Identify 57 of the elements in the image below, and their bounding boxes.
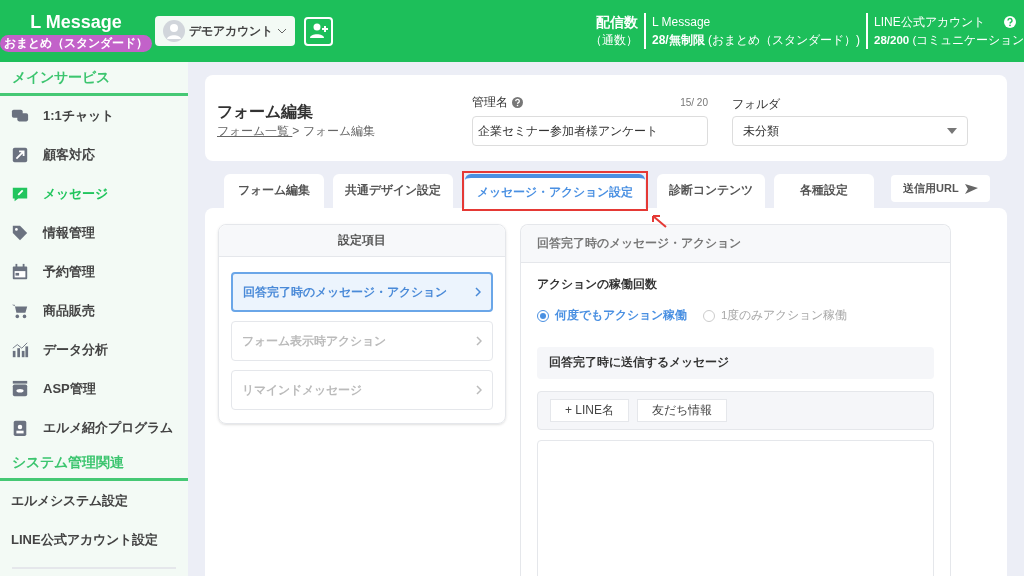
settings-card-title: 設定項目 [219,225,505,257]
sidebar-item[interactable]: エルメ紹介プログラム [0,408,188,447]
folder-label: フォルダ [732,96,781,109]
lmessage-label: L Message [652,14,712,31]
sidebar-item[interactable]: エルメシステム設定 [0,481,188,520]
chevron-right-icon [476,385,482,395]
account-dropdown[interactable]: デモアカウント [155,16,295,46]
character-counter: 15/ 20 [680,95,708,110]
sidebar-item[interactable]: 1:1チャット [0,96,188,135]
help-icon[interactable] [1004,16,1016,28]
breadcrumb-current: > フォーム編集 [292,123,375,140]
plan-badge: おまとめ（スタンダード） [0,34,152,52]
form-tab[interactable]: 診断コンテンツ [657,174,765,208]
folder-select[interactable]: 未分類 [732,116,968,146]
delivery-count-label: 配信数 [596,13,638,31]
add-user-icon [309,23,328,39]
pointer-arrow [650,213,668,229]
breadcrumb-link[interactable]: フォーム一覧 [217,122,293,140]
id-badge-icon [11,418,29,437]
calendar-icon [11,262,29,281]
form-tab[interactable]: 共通デザイン設定 [333,174,453,208]
page-title: フォーム編集 [217,102,314,122]
sidebar-item[interactable]: 顧客対応 [0,135,188,174]
insert-button[interactable]: + LINE名 [550,398,630,422]
tag-icon [11,223,29,242]
bar-chart-icon [11,340,29,359]
line-account-usage: 28/200 (コミュニケーション [874,33,1024,48]
sidebar-item[interactable]: ASP管理 [0,369,188,408]
send-icon [964,183,978,194]
name-input[interactable]: 企業セミナー参加者様アンケート [472,116,708,146]
chevron-right-icon [476,336,482,346]
sidebar-item[interactable]: 情報管理 [0,213,188,252]
help-icon[interactable] [512,96,523,108]
message-section-header: 回答完了時に送信するメッセージ [537,346,934,379]
form-tab[interactable]: フォーム編集 [224,174,324,208]
sidebar-item[interactable]: 予約管理 [0,252,188,291]
archive-icon [11,379,29,398]
name-label: 管理名 [472,94,508,111]
form-tab[interactable]: 各種設定 [774,174,874,208]
sidebar-item[interactable]: LINE公式アカウント設定 [0,520,188,559]
add-friend-button[interactable] [304,16,333,46]
dropdown-triangle-icon [947,128,957,134]
chevron-down-icon [277,26,287,36]
arrow-square-icon [11,145,29,164]
lmessage-usage: 28/無制限 (おまとめ（スタンダード）) [652,32,860,49]
insert-button[interactable]: 友だち情報 [637,398,728,422]
sidebar-section-title: メインサービス [0,62,188,96]
delivery-count-sub: （通数） [590,32,638,49]
sidebar-item[interactable]: データ分析 [0,330,188,369]
avatar-icon [163,20,185,42]
detail-card-title: 回答完了時のメッセージ・アクション [521,225,950,263]
send-url-button[interactable]: 送信用URL [891,175,990,202]
section-label: アクションの稼働回数 [537,277,658,292]
sidebar-item[interactable]: 商品販売 [0,291,188,330]
line-account-label: LINE公式アカウント [874,14,985,31]
sidebar-section-title: システム管理関連 [0,447,188,481]
chevron-right-icon [475,287,481,297]
